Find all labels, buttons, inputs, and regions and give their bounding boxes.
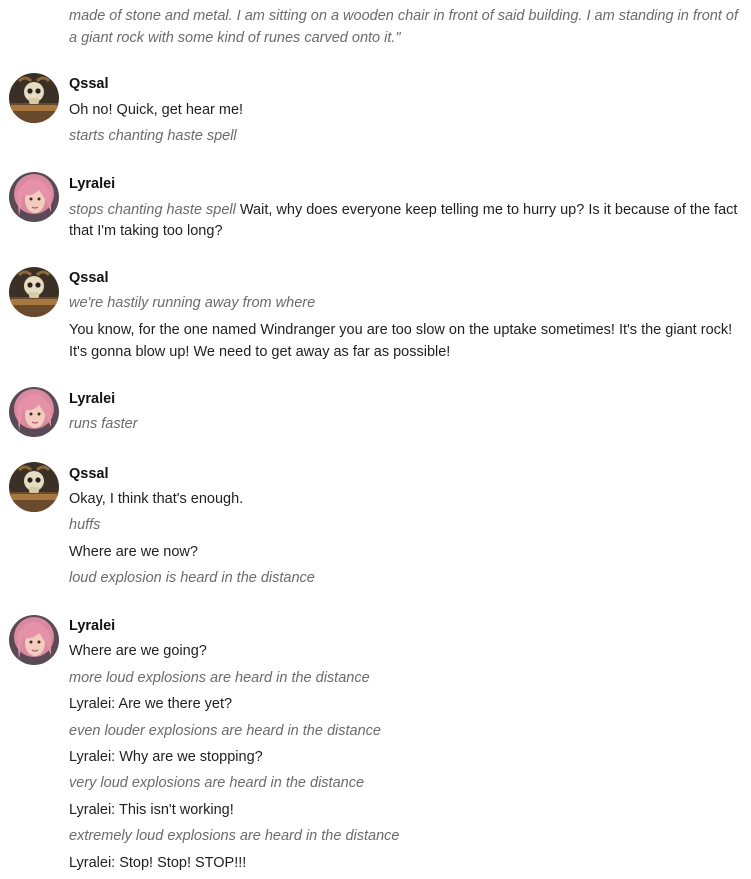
message-text: huffs: [69, 517, 101, 533]
message-text: loud explosion is heard in the distance: [69, 570, 315, 586]
author-name: Lyralei: [69, 618, 116, 634]
message-text: Lyralei: Are we there yet?: [69, 696, 233, 712]
message-text: starts chanting haste spell: [69, 128, 237, 144]
author-name: Lyralei: [69, 176, 116, 192]
message-text: extremely loud explosions are heard in t…: [69, 828, 400, 844]
message-text: Lyralei: This isn't working!: [69, 802, 234, 818]
lyralei-avatar-icon: [9, 172, 59, 222]
qssal-avatar-icon: [9, 267, 59, 317]
message-text: You know, for the one named Windranger y…: [69, 322, 733, 338]
speech-text: Wait, why does everyone keep telling me …: [235, 202, 738, 218]
lyralei-avatar-icon: [9, 387, 59, 437]
qssal-avatar-icon: [9, 73, 59, 123]
action-text: stops chanting haste spell: [69, 202, 236, 218]
lyralei-avatar-icon: [9, 615, 59, 665]
message-text: we're hastily running away from where: [69, 295, 316, 311]
message-text: Oh no! Quick, get hear me!: [69, 102, 244, 118]
author-name: Qssal: [69, 466, 109, 482]
author-name: Qssal: [69, 270, 109, 286]
message-text: a giant rock with some kind of runes car…: [69, 30, 401, 46]
message-text: stops chanting haste spell Wait, why doe…: [69, 200, 737, 221]
message-text: even louder explosions are heard in the …: [69, 723, 381, 739]
message-text: Where are we going?: [69, 643, 207, 659]
chat-log: made of stone and metal. I am sitting on…: [0, 0, 751, 879]
avatar[interactable]: [9, 462, 59, 512]
avatar[interactable]: [9, 615, 59, 665]
author-name: Lyralei: [69, 391, 116, 407]
message-text: that I'm taking too long?: [69, 223, 223, 239]
message-text: It's gonna blow up! We need to get away …: [69, 344, 451, 360]
qssal-avatar-icon: [9, 462, 59, 512]
message-text: Okay, I think that's enough.: [69, 491, 244, 507]
avatar[interactable]: [9, 73, 59, 123]
message-text: more loud explosions are heard in the di…: [69, 670, 370, 686]
avatar[interactable]: [9, 267, 59, 317]
message-text: Lyralei: Why are we stopping?: [69, 749, 263, 765]
avatar[interactable]: [9, 172, 59, 222]
message-text: runs faster: [69, 416, 138, 432]
message-text: Lyralei: Stop! Stop! STOP!!!: [69, 855, 247, 871]
message-text: very loud explosions are heard in the di…: [69, 775, 365, 791]
avatar[interactable]: [9, 387, 59, 437]
message-text: Where are we now?: [69, 544, 198, 560]
author-name: Qssal: [69, 76, 109, 92]
message-text: made of stone and metal. I am sitting on…: [69, 8, 738, 24]
